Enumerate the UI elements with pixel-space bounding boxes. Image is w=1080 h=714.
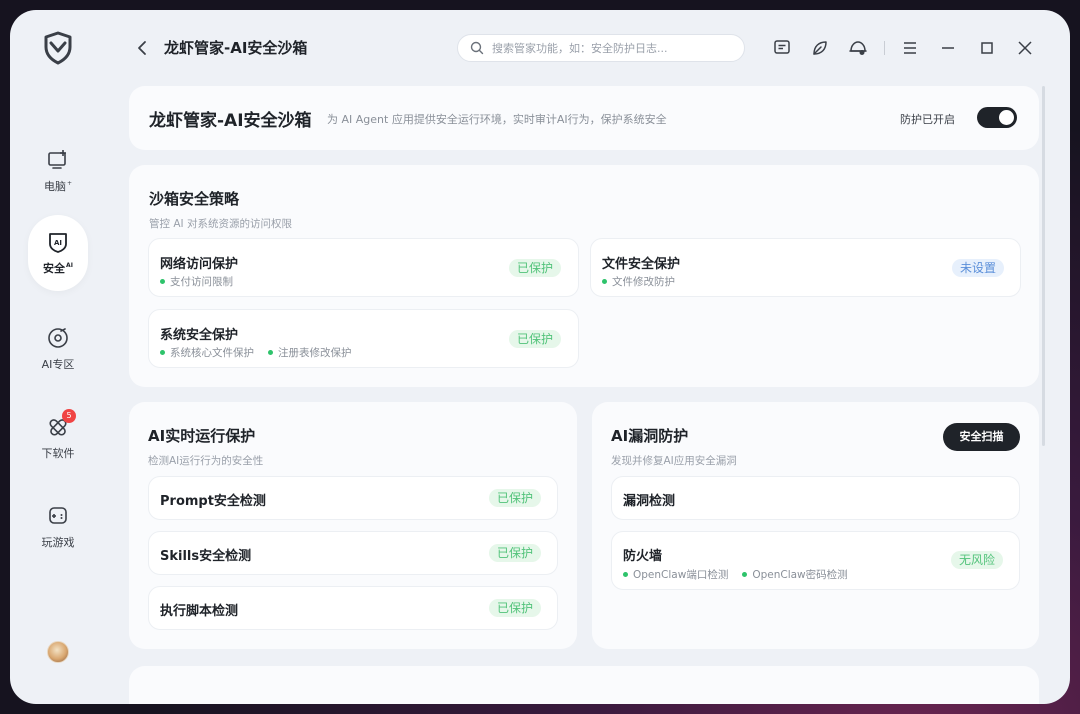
search-input[interactable] [492, 41, 732, 55]
page-title: 龙虾管家-AI安全沙箱 [164, 39, 308, 57]
feature-label: 支付访问限制 [170, 276, 233, 288]
item-title: 漏洞检测 [623, 494, 676, 509]
item-title: 文件安全保护 [602, 257, 681, 272]
item-title: 防火墙 [623, 549, 663, 564]
sidebar-item-security-ai[interactable]: AI 安全AI [28, 215, 88, 291]
section-subtitle: 检测AI运行行为的安全性 [148, 455, 264, 467]
vuln-item-firewall[interactable]: 防火墙 OpenClaw端口检测 OpenClaw密码检测 无风险 [611, 531, 1020, 590]
sandbox-policy-card: 沙箱安全策略 管控 AI 对系统资源的访问权限 网络访问保护 支付访问限制 已保… [129, 165, 1039, 387]
security-scan-button[interactable]: 安全扫描 [943, 423, 1020, 451]
item-title: 网络访问保护 [160, 257, 239, 272]
policy-item-system[interactable]: 系统安全保护 系统核心文件保护 注册表修改保护 已保护 [148, 309, 579, 368]
svg-text:AI: AI [54, 239, 62, 247]
ai-shield-icon: AI [49, 233, 67, 253]
status-dot [623, 572, 628, 577]
avatar[interactable] [47, 641, 69, 663]
runtime-item-prompt[interactable]: Prompt安全检测 已保护 [148, 476, 558, 520]
status-badge: 已保护 [509, 259, 562, 277]
status-badge: 已保护 [489, 489, 542, 507]
status-badge: 未设置 [952, 259, 1005, 277]
sidebar-item-label: AI专区 [41, 358, 75, 371]
notification-badge: 5 [62, 409, 76, 423]
runtime-item-skills[interactable]: Skills安全检测 已保护 [148, 531, 558, 575]
section-subtitle: 发现并修复AI应用安全漏洞 [611, 455, 737, 467]
sidebar-item-ai-zone[interactable]: AI专区 [28, 311, 88, 387]
sidebar-item-computer[interactable]: 电脑+ [28, 133, 88, 209]
minimize-icon[interactable] [938, 38, 958, 58]
message-icon[interactable] [772, 38, 792, 58]
section-subtitle: 管控 AI 对系统资源的访问权限 [149, 218, 292, 230]
runtime-protection-card: AI实时运行保护 检测AI运行行为的安全性 Prompt安全检测 已保护 Ski… [129, 402, 577, 649]
section-title: AI漏洞防护 [611, 427, 689, 445]
sidebar-item-label: 电脑+ [43, 180, 73, 193]
item-title: 执行脚本检测 [160, 604, 239, 619]
sidebar-item-games[interactable]: 玩游戏 [28, 489, 88, 565]
item-features: 文件修改防护 [602, 274, 675, 289]
sandbox-title: 龙虾管家-AI安全沙箱 [149, 111, 312, 131]
section-title: AI实时运行保护 [148, 427, 256, 445]
skin-theme-icon[interactable] [848, 38, 868, 58]
maximize-icon[interactable] [977, 38, 997, 58]
policy-item-file[interactable]: 文件安全保护 文件修改防护 未设置 [590, 238, 1021, 297]
close-icon[interactable] [1015, 38, 1035, 58]
vuln-item-detection[interactable]: 漏洞检测 [611, 476, 1020, 520]
status-dot [160, 279, 165, 284]
runtime-item-script[interactable]: 执行脚本检测 已保护 [148, 586, 558, 630]
item-title: 系统安全保护 [160, 328, 239, 343]
protection-toggle[interactable] [977, 107, 1017, 128]
scrollbar[interactable] [1042, 86, 1045, 446]
feature-label: 注册表修改保护 [278, 347, 352, 359]
vuln-protection-card: AI漏洞防护 发现并修复AI应用安全漏洞 安全扫描 漏洞检测 防火墙 OpenC… [592, 402, 1039, 649]
sandbox-header-card: 龙虾管家-AI安全沙箱 为 AI Agent 应用提供安全运行环境，实时审计AI… [129, 86, 1039, 150]
sidebar-item-label: 玩游戏 [41, 536, 75, 549]
sidebar: 电脑+ AI 安全AI AI专区 5 下软件 玩游戏 [10, 10, 108, 704]
sidebar-item-label: 下软件 [41, 447, 75, 460]
toolbar-divider [884, 41, 885, 55]
ai-zone-icon [48, 328, 68, 348]
gamepad-icon [49, 507, 67, 524]
app-logo-icon[interactable] [40, 30, 76, 66]
menu-icon[interactable] [900, 38, 920, 58]
status-dot [602, 279, 607, 284]
feature-label: 系统核心文件保护 [170, 347, 254, 359]
status-badge: 已保护 [489, 599, 542, 617]
feature-label: OpenClaw端口检测 [633, 569, 729, 581]
next-section-preview [129, 666, 1039, 704]
status-badge: 已保护 [509, 330, 562, 348]
app-window: 电脑+ AI 安全AI AI专区 5 下软件 玩游戏 龙虾管家-AI安全沙箱 搜… [10, 10, 1070, 704]
status-dot [160, 350, 165, 355]
sidebar-item-download-software[interactable]: 5 下软件 [28, 400, 88, 476]
policy-item-network[interactable]: 网络访问保护 支付访问限制 已保护 [148, 238, 579, 297]
item-features: 支付访问限制 [160, 274, 233, 289]
search-box[interactable] [457, 34, 745, 62]
item-title: Prompt安全检测 [160, 494, 266, 509]
status-dot [742, 572, 748, 577]
sandbox-description: 为 AI Agent 应用提供安全运行环境，实时审计AI行为，保护系统安全 [327, 113, 667, 126]
item-features: 系统核心文件保护 注册表修改保护 [160, 345, 352, 360]
section-title: 沙箱安全策略 [149, 190, 240, 208]
search-icon [470, 41, 484, 55]
leaf-icon[interactable] [810, 38, 830, 58]
sidebar-item-label: 安全AI [43, 262, 73, 275]
feature-label: OpenClaw密码检测 [752, 569, 848, 581]
status-badge: 已保护 [489, 544, 542, 562]
status-badge: 无风险 [951, 551, 1004, 569]
protection-status-label: 防护已开启 [900, 113, 955, 126]
status-dot [268, 350, 273, 355]
back-arrow-icon[interactable] [134, 38, 152, 58]
item-features: OpenClaw端口检测 OpenClaw密码检测 [623, 567, 848, 582]
item-title: Skills安全检测 [160, 549, 252, 564]
feature-label: 文件修改防护 [612, 276, 675, 288]
computer-icon [48, 150, 66, 169]
